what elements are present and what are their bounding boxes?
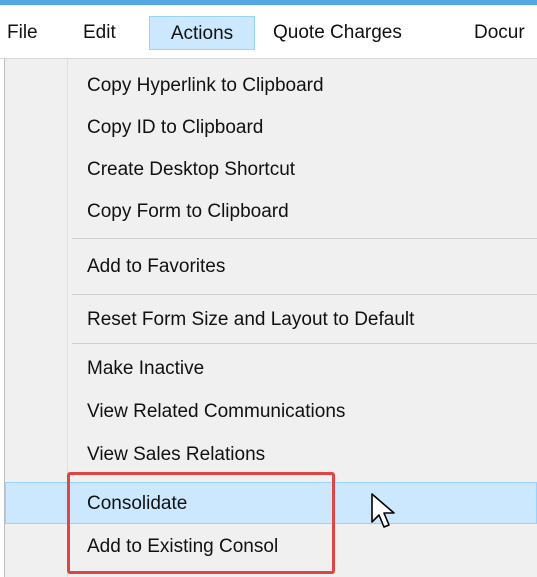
menu-quote-charges[interactable]: Quote Charges	[273, 16, 402, 50]
menu-separator	[72, 343, 537, 344]
menu-item-label: Copy Form to Clipboard	[87, 201, 289, 222]
mouse-pointer-icon	[371, 493, 395, 528]
menu-item-label: View Sales Relations	[87, 444, 266, 465]
menu-item-add-to-favorites[interactable]: Add to Favorites	[5, 246, 537, 288]
menu-item-add-to-existing-consol[interactable]: Add to Existing Consol	[5, 526, 537, 568]
menu-item-copy-hyperlink[interactable]: Copy Hyperlink to Clipboard	[5, 65, 537, 107]
menu-item-label: Create Desktop Shortcut	[87, 159, 296, 180]
menu-item-label: Copy Hyperlink to Clipboard	[87, 75, 324, 96]
menu-item-view-related-communications[interactable]: View Related Communications	[5, 391, 537, 433]
menu-item-label: Add to Existing Consol	[87, 536, 279, 557]
menu-item-label: Make Inactive	[87, 358, 205, 379]
menu-item-consolidate[interactable]: Consolidate	[5, 482, 537, 524]
menu-actions[interactable]: Actions	[149, 16, 255, 50]
menu-separator	[72, 294, 537, 295]
menu-item-create-desktop-shortcut[interactable]: Create Desktop Shortcut	[5, 149, 537, 191]
menu-item-reset-form-size[interactable]: Reset Form Size and Layout to Default	[5, 299, 537, 341]
menu-file[interactable]: File	[7, 16, 38, 50]
menu-item-label: Add to Favorites	[87, 256, 226, 277]
menu-documents[interactable]: Docur	[474, 16, 525, 50]
menu-item-view-sales-relations[interactable]: View Sales Relations	[5, 434, 537, 476]
menu-item-label: Reset Form Size and Layout to Default	[87, 309, 415, 330]
menu-item-copy-id[interactable]: Copy ID to Clipboard	[5, 107, 537, 149]
menu-item-label: View Related Communications	[87, 401, 346, 422]
menu-bar: File Edit Actions Quote Charges Docur	[0, 5, 537, 59]
menu-item-make-inactive[interactable]: Make Inactive	[5, 348, 537, 390]
menu-item-label: Copy ID to Clipboard	[87, 117, 264, 138]
menu-separator	[72, 238, 537, 239]
menu-item-copy-form[interactable]: Copy Form to Clipboard	[5, 191, 537, 233]
menu-item-label: Consolidate	[87, 493, 188, 514]
menu-edit[interactable]: Edit	[83, 16, 116, 50]
